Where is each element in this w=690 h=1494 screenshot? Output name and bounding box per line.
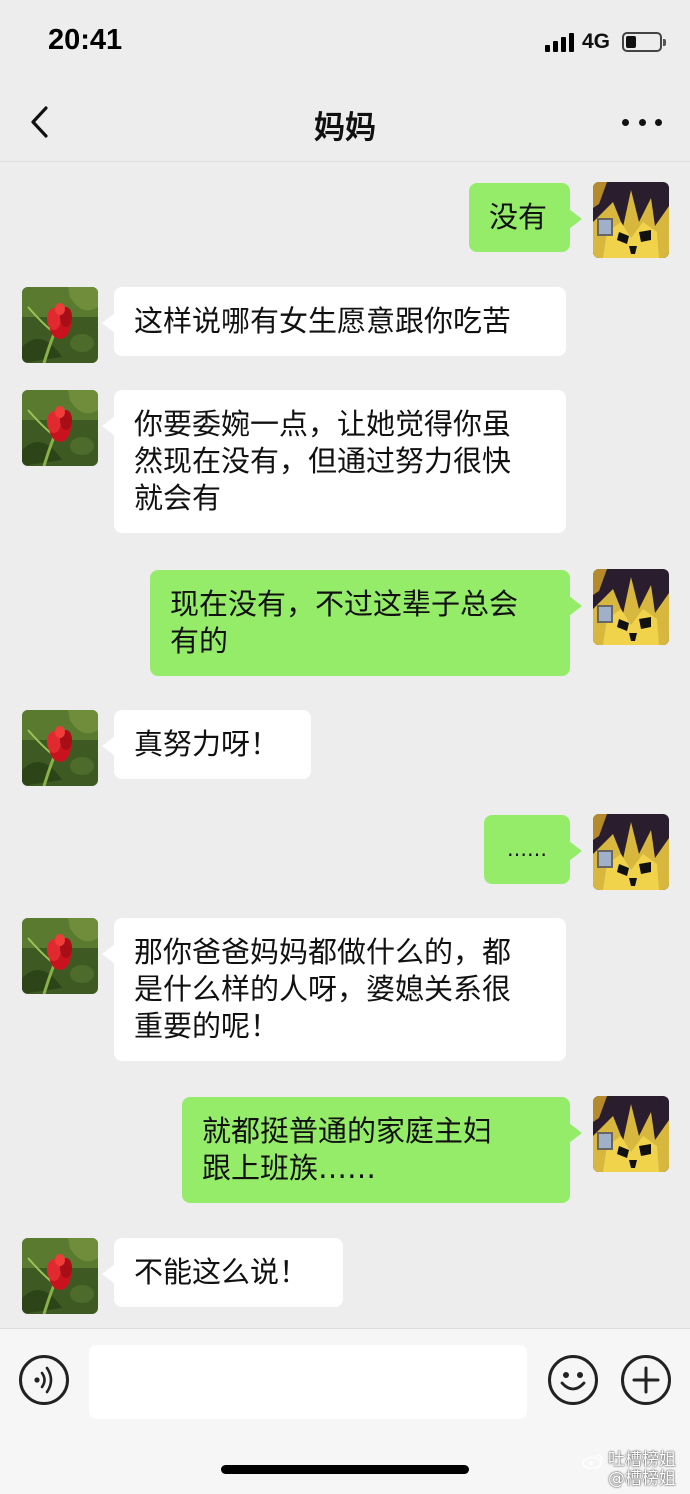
incoming-message-bubble[interactable]: 真努力呀！ (102, 710, 311, 779)
outgoing-message-bubble[interactable]: …… (484, 815, 582, 884)
outgoing-message-bubble[interactable]: 现在没有，不过这辈子总会 有的 (150, 570, 582, 676)
contact-avatar[interactable] (22, 918, 98, 994)
message-text-line: 就会有 (134, 481, 222, 515)
outgoing-message-bubble[interactable]: 就都挺普通的家庭主妇 跟上班族…… (182, 1097, 582, 1203)
watermark-title: 吐槽榜姐 (608, 1450, 676, 1470)
message-text-line: 是什么样的人呀，婆媳关系很 (134, 972, 512, 1006)
voice-button[interactable] (19, 1355, 69, 1405)
emoji-icon (560, 1372, 586, 1391)
plus-icon (632, 1366, 660, 1394)
incoming-message-bubble[interactable]: 不能这么说！ (102, 1238, 343, 1307)
message-text: 这样说哪有女生愿意跟你吃苦 (134, 304, 512, 338)
message-text-line: 然现在没有，但通过努力很快 (134, 444, 512, 478)
incoming-message-bubble[interactable]: 那你爸爸妈妈都做什么的，都 是什么样的人呀，婆媳关系很 重要的呢！ (102, 918, 566, 1061)
input-toolbar: 吐槽榜姐 @槽榜姐 (0, 1328, 690, 1494)
battery-icon (622, 32, 666, 52)
outgoing-message-bubble[interactable]: 没有 (469, 183, 582, 252)
battery-level (626, 36, 636, 48)
message-text: …… (507, 837, 547, 861)
my-avatar[interactable] (593, 569, 669, 645)
status-time: 20:41 (48, 24, 123, 56)
more-options-button[interactable] (622, 110, 662, 134)
network-type: 4G (581, 30, 610, 53)
weibo-logo-icon (582, 1453, 603, 1469)
message-text-line: 有的 (170, 624, 229, 658)
my-avatar[interactable] (593, 814, 669, 890)
home-indicator[interactable] (221, 1465, 469, 1474)
voice-icon (34, 1366, 53, 1394)
cellular-signal-icon (544, 32, 574, 52)
status-indicators: 4G (544, 30, 666, 54)
message-text: 没有 (489, 200, 548, 234)
watermark: 吐槽榜姐 @槽榜姐 (582, 1451, 676, 1489)
message-input[interactable] (89, 1345, 527, 1419)
emoji-button[interactable] (548, 1355, 598, 1405)
more-dots-icon (622, 118, 629, 126)
contact-avatar[interactable] (22, 390, 98, 466)
incoming-message-bubble[interactable]: 你要委婉一点，让她觉得你虽 然现在没有，但通过努力很快 就会有 (102, 390, 566, 533)
message-text-line: 现在没有，不过这辈子总会 (170, 587, 519, 621)
my-avatar[interactable] (593, 182, 669, 258)
message-list[interactable]: 没有 这样说哪有女生愿意跟你吃苦 你要委婉一点，让她觉得你虽 然现在没有，但通过… (0, 162, 690, 1328)
incoming-message-bubble[interactable]: 这样说哪有女生愿意跟你吃苦 (102, 287, 566, 356)
chat-title: 妈妈 (314, 110, 376, 146)
message-text-line: 就都挺普通的家庭主妇 (202, 1114, 493, 1148)
watermark-handle: @槽榜姐 (608, 1469, 676, 1489)
more-functions-button[interactable] (621, 1355, 671, 1405)
contact-avatar[interactable] (22, 710, 98, 786)
status-bar: 20:41 4G (0, 0, 690, 84)
my-avatar[interactable] (593, 1096, 669, 1172)
message-text-line: 你要委婉一点，让她觉得你虽 (134, 407, 512, 441)
message-text: 真努力呀！ (134, 727, 280, 761)
message-text-line: 跟上班族…… (202, 1151, 377, 1185)
message-text-line: 重要的呢！ (134, 1009, 280, 1043)
contact-avatar[interactable] (22, 287, 98, 363)
message-text-line: 那你爸爸妈妈都做什么的，都 (134, 935, 512, 969)
contact-avatar[interactable] (22, 1238, 98, 1314)
chat-header: 妈妈 (0, 84, 690, 162)
message-text: 不能这么说！ (134, 1255, 309, 1289)
